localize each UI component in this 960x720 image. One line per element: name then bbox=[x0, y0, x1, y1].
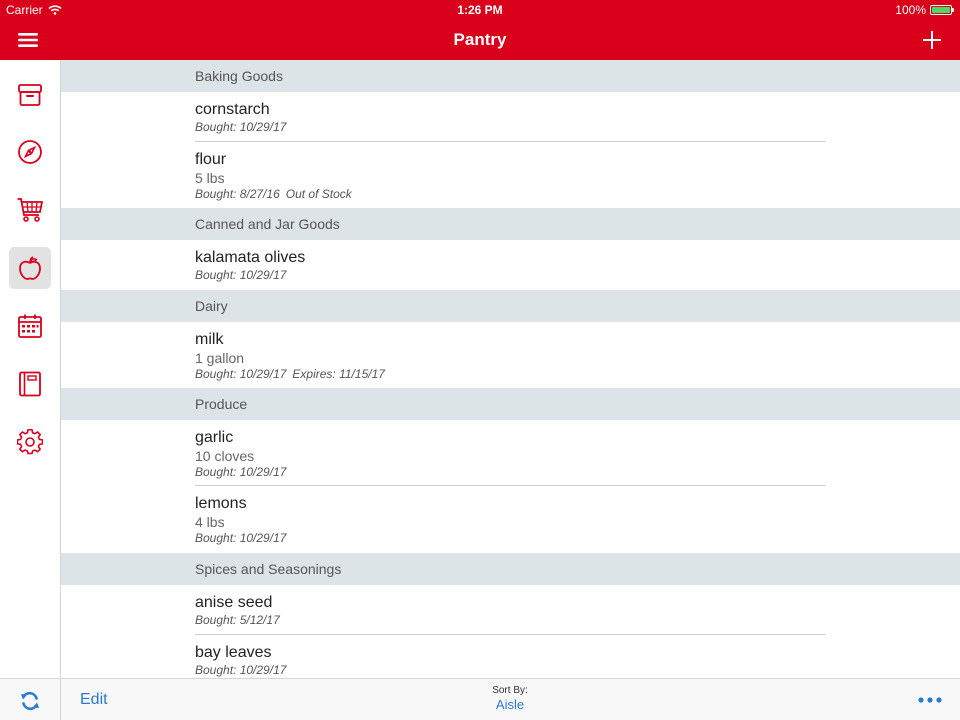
section-header-baking-goods: Baking Goods bbox=[61, 60, 960, 92]
item-bought-date: Bought: 10/29/17 bbox=[195, 465, 287, 479]
sidebar-item-recipes[interactable] bbox=[9, 363, 51, 405]
item-bought-date: Bought: 8/27/16 bbox=[195, 187, 280, 201]
item-expiration-date: Expires: 11/15/17 bbox=[292, 367, 385, 381]
item-stock-status: Out of Stock bbox=[285, 187, 352, 201]
section-title: Spices and Seasonings bbox=[195, 561, 342, 577]
item-name: bay leaves bbox=[195, 644, 272, 661]
list-item-lemons[interactable]: lemons 4 lbs Bought: 10/29/17 bbox=[61, 486, 960, 553]
page-title: Pantry bbox=[453, 30, 507, 49]
more-options-button[interactable] bbox=[916, 691, 944, 709]
item-meta: Bought: 8/27/16 Out of Stock bbox=[195, 187, 960, 202]
status-time: 1:26 PM bbox=[457, 3, 503, 17]
item-bought-date: Bought: 10/29/17 bbox=[195, 268, 287, 282]
add-item-button[interactable] bbox=[918, 26, 946, 54]
item-name: milk bbox=[195, 331, 224, 348]
item-bought-date: Bought: 10/29/17 bbox=[195, 367, 287, 381]
shopping-cart-icon bbox=[17, 198, 44, 222]
compass-icon bbox=[18, 140, 42, 164]
sidebar-item-settings[interactable] bbox=[9, 421, 51, 463]
sidebar-item-meal-planner[interactable] bbox=[9, 305, 51, 347]
list-item-milk[interactable]: milk 1 gallon Bought: 10/29/17 Expires: 1… bbox=[61, 322, 960, 388]
item-name: flour bbox=[195, 151, 227, 168]
item-name: kalamata olives bbox=[195, 249, 306, 266]
status-bar: Carrier 1:26 PM 100% bbox=[0, 0, 960, 20]
item-quantity: 1 gallon bbox=[195, 350, 245, 366]
item-quantity: 5 lbs bbox=[195, 170, 225, 186]
section-title: Canned and Jar Goods bbox=[195, 216, 340, 232]
navigation-bar: Pantry bbox=[0, 20, 960, 60]
sort-label: Sort By: bbox=[492, 685, 528, 696]
list-item-cornstarch[interactable]: cornstarch Bought: 10/29/17 bbox=[61, 92, 960, 142]
sync-button[interactable] bbox=[18, 690, 42, 712]
sync-icon bbox=[21, 691, 39, 711]
item-meta: Bought: 10/29/17 bbox=[195, 663, 960, 678]
pantry-list[interactable]: Baking Goods cornstarch Bought: 10/29/17… bbox=[61, 60, 960, 678]
edit-button[interactable]: Edit bbox=[80, 691, 108, 709]
sidebar bbox=[0, 60, 61, 678]
section-header-produce: Produce bbox=[61, 388, 960, 420]
section-title: Baking Goods bbox=[195, 68, 283, 84]
list-item-garlic[interactable]: garlic 10 cloves Bought: 10/29/17 bbox=[61, 420, 960, 486]
plus-icon bbox=[923, 31, 941, 49]
archive-box-icon bbox=[18, 84, 42, 106]
item-meta: Bought: 10/29/17 bbox=[195, 465, 960, 480]
item-bought-date: Bought: 10/29/17 bbox=[195, 663, 287, 677]
section-title: Produce bbox=[195, 396, 248, 412]
item-name: anise seed bbox=[195, 594, 273, 611]
calendar-icon bbox=[18, 314, 42, 338]
bottom-toolbar: Edit Sort By: Aisle bbox=[0, 678, 960, 720]
sidebar-item-shopping-list[interactable] bbox=[9, 189, 51, 231]
item-name: garlic bbox=[195, 429, 234, 446]
sidebar-item-pantry[interactable] bbox=[9, 247, 51, 289]
item-meta: Bought: 10/29/17 bbox=[195, 120, 960, 135]
battery-percent: 100% bbox=[895, 3, 926, 17]
item-quantity: 4 lbs bbox=[195, 514, 225, 530]
section-header-canned-and-jar-goods: Canned and Jar Goods bbox=[61, 208, 960, 240]
list-item-bay-leaves[interactable]: bay leaves Bought: 10/29/17 bbox=[61, 635, 960, 678]
item-meta: Bought: 5/12/17 bbox=[195, 613, 960, 628]
sidebar-item-pantry-box[interactable] bbox=[9, 74, 51, 116]
section-title: Dairy bbox=[195, 298, 228, 314]
item-meta: Bought: 10/29/17 bbox=[195, 531, 960, 546]
item-meta: Bought: 10/29/17 bbox=[195, 268, 960, 283]
list-item-anise-seed[interactable]: anise seed Bought: 5/12/17 bbox=[61, 585, 960, 635]
item-meta: Bought: 10/29/17 Expires: 11/15/17 bbox=[195, 367, 960, 382]
section-header-spices-and-seasonings: Spices and Seasonings bbox=[61, 553, 960, 585]
battery-status: 100% bbox=[895, 3, 954, 17]
list-item-kalamata-olives[interactable]: kalamata olives Bought: 10/29/17 bbox=[61, 240, 960, 290]
item-bought-date: Bought: 10/29/17 bbox=[195, 531, 287, 545]
battery-icon bbox=[930, 5, 954, 15]
more-icon bbox=[918, 697, 942, 703]
toolbar-divider bbox=[60, 679, 61, 720]
gear-icon bbox=[17, 429, 43, 455]
item-name: cornstarch bbox=[195, 101, 270, 118]
item-quantity: 10 cloves bbox=[195, 448, 255, 464]
sidebar-item-browse[interactable] bbox=[9, 131, 51, 173]
section-header-dairy: Dairy bbox=[61, 290, 960, 322]
sort-value-button[interactable]: Aisle bbox=[430, 697, 590, 713]
sort-control[interactable]: Sort By: Aisle bbox=[430, 685, 590, 713]
item-bought-date: Bought: 5/12/17 bbox=[195, 613, 280, 627]
notebook-icon bbox=[19, 371, 41, 397]
list-item-flour[interactable]: flour 5 lbs Bought: 8/27/16 Out of Stock bbox=[61, 142, 960, 208]
apple-icon bbox=[19, 256, 41, 280]
item-bought-date: Bought: 10/29/17 bbox=[195, 120, 287, 134]
item-name: lemons bbox=[195, 495, 247, 512]
